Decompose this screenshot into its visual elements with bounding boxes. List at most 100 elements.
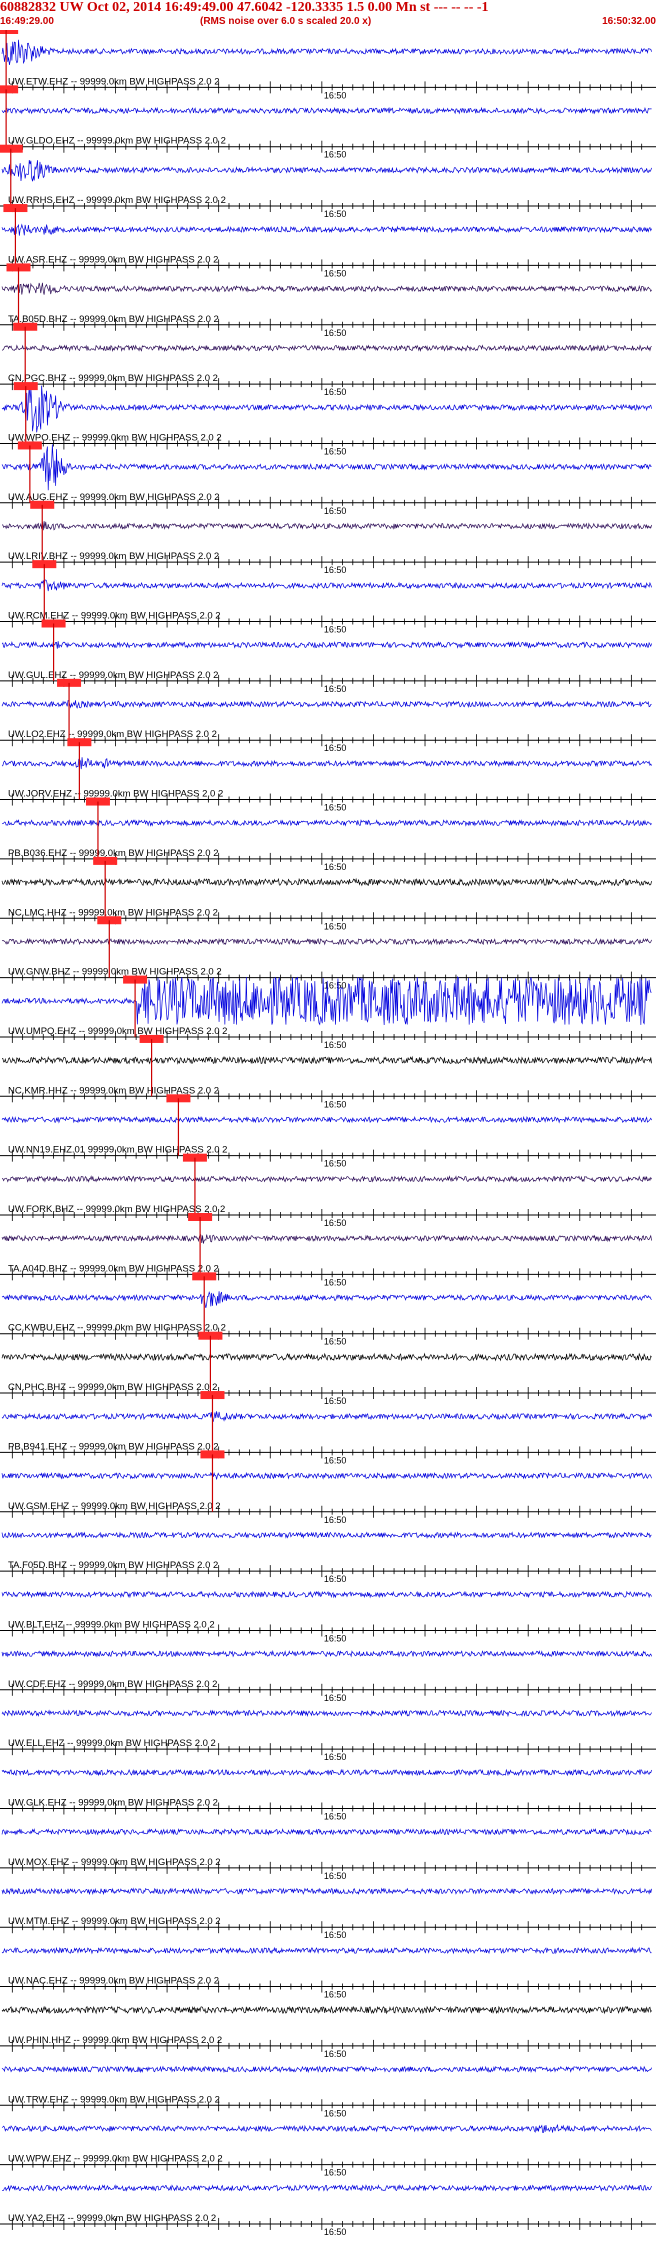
trace-panel: 16:50 UW.CDF.EHZ -- 99999.0km BW HIGHPASS… (0, 1649, 656, 1703)
station-label: UW.GLDO.EHZ -- 99999.0km BW HIGHPASS 2.0… (8, 136, 226, 147)
trace-panel: 16:50 UW.MOX.EHZ -- 99999.0km BW HIGHPASS… (0, 1828, 656, 1881)
trace-panel: 16:50 UW.GLK.EHZ -- 99999.0km BW HIGHPASS… (0, 1768, 656, 1822)
time-tick-label: 16:50 (324, 387, 347, 397)
time-tick-label: 16:50 (324, 1396, 347, 1406)
station-label: UW.WPW.EHZ -- 99999.0km BW HIGHPASS 2.0 … (8, 2154, 223, 2165)
station-label: UW.GUL.EHZ -- 99999.0km BW HIGHPASS 2.0 … (8, 670, 218, 681)
waveform-line (1, 877, 652, 887)
scaling-note: (RMS noise over 6.0 s scaled 20.0 x) (200, 16, 372, 27)
trace-panel: 16:50 UW.ETW.EHZ -- 99999.0km BW HIGHPASS… (0, 30, 656, 100)
time-tick-label: 16:50 (324, 1752, 347, 1762)
waveform-line (1, 39, 652, 66)
station-label: UW.GSM.EHZ -- 99999.0km BW HIGHPASS 2.0 … (8, 1501, 221, 1512)
waveform-line (1, 1946, 652, 1955)
time-tick-label: 16:50 (324, 2108, 347, 2118)
station-label: CN.PGC.BHZ -- 99999.0km BW HIGHPASS 2.0 … (8, 373, 218, 384)
station-label: UW.CDF.EHZ -- 99999.0km BW HIGHPASS 2.0 … (8, 1679, 217, 1690)
time-tick-label: 16:50 (324, 1277, 347, 1287)
start-time-label: 16:49:29.00 (0, 16, 54, 27)
waveform-line (1, 1233, 652, 1244)
waveform-line (1, 1115, 652, 1124)
station-label: UW.ETW.EHZ -- 99999.0km BW HIGHPASS 2.0 … (8, 76, 220, 87)
waveform-line (1, 1055, 652, 1065)
pick-marker (0, 85, 19, 94)
waveform-line (1, 2184, 652, 2192)
waveform-line (1, 641, 652, 649)
time-tick-label: 16:50 (324, 150, 347, 160)
waveform-line (1, 700, 652, 709)
waveform-line (1, 521, 652, 531)
time-tick-label: 16:50 (324, 1455, 347, 1465)
waveform-line (1, 1352, 652, 1362)
trace-panel: 16:50 UW.ELL.EHZ -- 99999.0km BW HIGHPASS… (0, 1709, 656, 1762)
station-label: UW.RRHS.EHZ -- 99999.0km BW HIGHPASS 2.0… (8, 195, 226, 206)
waveform-line (1, 757, 652, 770)
station-label: UW.ASR.EHZ -- 99999.0km BW HIGHPASS 2.0 … (8, 254, 218, 265)
waveform-line (1, 1709, 652, 1718)
waveform-line (1, 2065, 652, 2074)
waveform-line (1, 579, 652, 592)
time-tick-label: 16:50 (324, 565, 347, 575)
waveform-line (1, 937, 652, 946)
station-label: UW.TRW.EHZ -- 99999.0km BW HIGHPASS 2.0 … (8, 2094, 220, 2105)
time-tick-label: 16:50 (324, 1812, 347, 1822)
time-tick-label: 16:50 (324, 506, 347, 516)
time-tick-label: 16:50 (324, 90, 347, 100)
station-label: TA.B05D.BHZ -- 99999.0km BW HIGHPASS 2.0… (8, 314, 219, 325)
station-label: TA.F05D.BHZ -- 99999.0km BW HIGHPASS 2.0… (8, 1560, 218, 1571)
time-tick-label: 16:50 (324, 1040, 347, 1050)
time-tick-label: 16:50 (324, 2227, 347, 2237)
time-tick-label: 16:50 (324, 1218, 347, 1228)
time-tick-label: 16:50 (324, 1871, 347, 1881)
station-label: UW.YA2.EHZ -- 99999.0km BW HIGHPASS 2.0 … (8, 2213, 216, 2224)
waveform-line (1, 282, 652, 295)
time-tick-label: 16:50 (324, 625, 347, 635)
time-tick-label: 16:50 (324, 1574, 347, 1584)
waveform-line (1, 1290, 652, 1308)
time-tick-label: 16:50 (324, 1693, 347, 1703)
station-label: UW.GNW.BHZ -- 99999.0km BW HIGHPASS 2.0 … (8, 967, 222, 978)
station-label: UW.MTM.EHZ -- 99999.0km BW HIGHPASS 2.0 … (8, 1916, 221, 1927)
waveform-line (1, 1887, 652, 1896)
station-label: UW.JORV.EHZ -- 99999.0km BW HIGHPASS 2.0… (8, 789, 223, 800)
station-label: UW.UMPQ.EHZ -- 99999.0km BW HIGHPASS 2.0… (8, 1026, 227, 1037)
station-label: UW.LO2.EHZ -- 99999.0km BW HIGHPASS 2.0 … (8, 729, 217, 740)
time-tick-label: 16:50 (324, 1337, 347, 1347)
station-label: TA.A04D.BHZ -- 99999.0km BW HIGHPASS 2.0… (8, 1263, 219, 1274)
trace-panel: 16:50 UW.TRW.EHZ -- 99999.0km BW HIGHPASS… (0, 2065, 656, 2118)
waveform-line (1, 2005, 652, 2015)
waveform-line (1, 1590, 652, 1599)
waveform-line (1, 1411, 652, 1423)
waveform-line (1, 1768, 652, 1777)
trace-panel: 16:50 UW.PHIN.HHZ -- 99999.0km BW HIGHPAS… (0, 2005, 656, 2059)
time-tick-label: 16:50 (324, 921, 347, 931)
trace-panel: 16:50 UW.MTM.EHZ -- 99999.0km BW HIGHPASS… (0, 1887, 656, 1940)
waveform-line (1, 106, 652, 115)
waveform-line (1, 1175, 652, 1183)
waveform-line (1, 1471, 652, 1480)
waveform-line (1, 223, 652, 236)
station-label: UW.ELL.EHZ -- 99999.0km BW HIGHPASS 2.0 … (8, 1738, 216, 1749)
pick-marker (0, 144, 23, 153)
time-tick-label: 16:50 (324, 1099, 347, 1109)
time-tick-label: 16:50 (324, 743, 347, 753)
station-label: UW.RCM.EHZ -- 99999.0km BW HIGHPASS 2.0 … (8, 611, 221, 622)
time-tick-label: 16:50 (324, 862, 347, 872)
station-label: CN.PHC.BHZ -- 99999.0km BW HIGHPASS 2.0 … (8, 1382, 217, 1393)
waveform-line (1, 1649, 652, 1658)
time-tick-label: 16:50 (324, 803, 347, 813)
time-tick-label: 16:50 (324, 2049, 347, 2059)
station-label: UW.BLT.EHZ -- 99999.0km BW HIGHPASS 2.0 … (8, 1619, 215, 1630)
time-tick-label: 16:50 (324, 1930, 347, 1940)
time-tick-label: 16:50 (324, 1159, 347, 1169)
waveform-line (1, 344, 652, 352)
time-tick-label: 16:50 (324, 2168, 347, 2178)
time-tick-label: 16:50 (324, 446, 347, 456)
time-tick-label: 16:50 (324, 268, 347, 278)
station-label: UW.NAC.EHZ -- 99999.0km BW HIGHPASS 2.0 … (8, 1976, 219, 1987)
trace-panel: 16:50 UW.YA2.EHZ -- 99999.0km BW HIGHPASS… (0, 2184, 656, 2237)
waveform-line (1, 159, 652, 182)
trace-panel: 16:50 TA.F05D.BHZ -- 99999.0km BW HIGHPAS… (0, 1531, 656, 1584)
seismogram-plot: 16:50 UW.ETW.EHZ -- 99999.0km BW HIGHPASS… (0, 30, 656, 2237)
pick-marker (0, 30, 19, 34)
